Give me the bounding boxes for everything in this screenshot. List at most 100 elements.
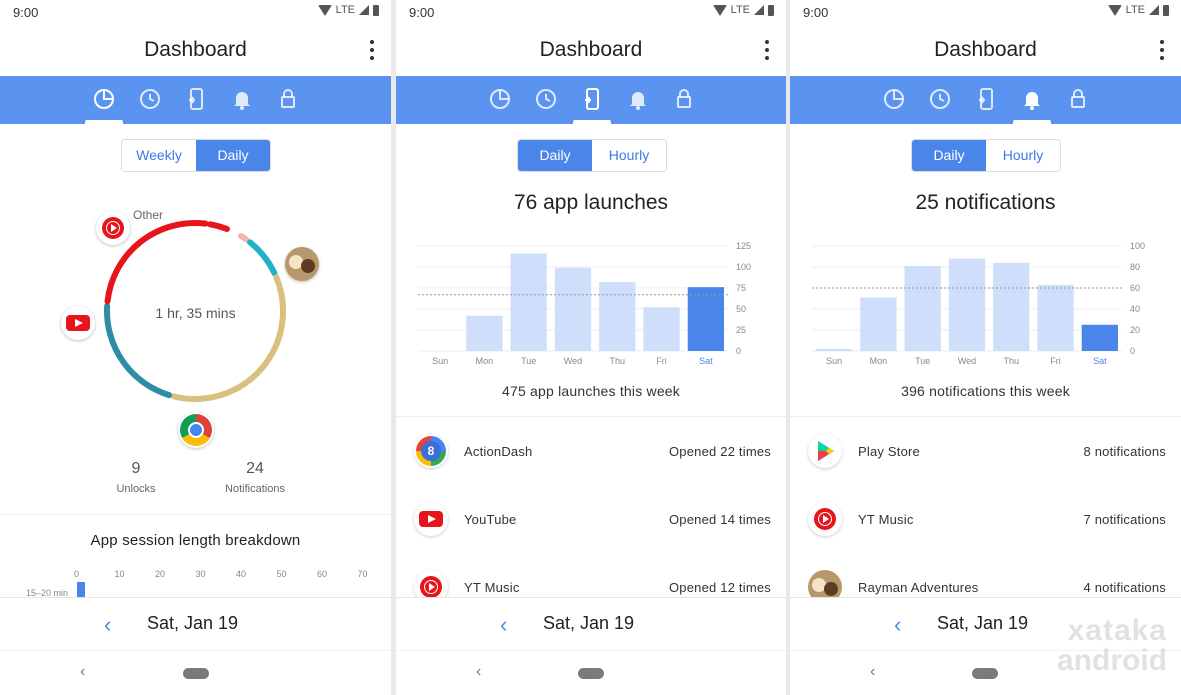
list-item[interactable]: 8 ActionDash Opened 22 times [396,432,786,472]
rayman-ring-icon[interactable] [285,247,319,281]
tab-history[interactable] [927,86,953,112]
tab-history[interactable] [137,86,163,112]
pie-chart-icon [490,89,510,109]
unlocks-value: 9 [131,460,141,477]
toggle-daily[interactable]: Daily [518,140,592,171]
toggle-daily[interactable]: Daily [196,140,270,171]
network-type: LTE [335,4,355,16]
unlocks-label: Unlocks [116,483,156,495]
y-tick-label: 0 [736,346,741,356]
back-icon[interactable]: ‹ [80,663,85,681]
bar [948,258,986,351]
tab-launches[interactable] [573,86,611,124]
status-time: 9:00 [803,5,829,20]
weekly-notifications-summary: 396 notifications this week [901,383,1070,399]
yt-music-ring-icon[interactable] [96,211,130,245]
play-store-icon [808,434,842,468]
tab-usage[interactable] [85,86,123,124]
x-tick-label: Tue [521,356,536,366]
y-tick-label: 100 [1130,241,1145,251]
tab-lock[interactable] [275,86,301,112]
list-item[interactable]: YT Music 7 notifications [790,500,1181,540]
x-tick-label: Wed [564,356,582,366]
tab-lock[interactable] [1065,86,1091,112]
page-title: Dashboard [934,38,1037,61]
system-nav-bar: ‹ [0,650,391,695]
launches-bar-chart: 125 100 75 50 25 0 Sun Mon Tue Wed Thu Fri Sat [418,241,751,366]
toggle-daily[interactable]: Daily [912,140,986,171]
bar [816,348,853,351]
lock-icon [281,89,295,108]
x-tick-label: Thu [1004,356,1020,366]
toggle-hourly[interactable]: Hourly [592,140,666,171]
pie-chart-icon [94,89,114,109]
page-title: Dashboard [144,38,247,61]
app-bar: Dashboard [790,26,1181,74]
app-name: ActionDash [464,444,533,459]
previous-day-icon[interactable]: ‹ [500,612,507,638]
notifications-headline: 25 notifications [915,191,1056,214]
bar [993,262,1030,351]
toggle-weekly[interactable]: Weekly [122,140,196,171]
tab-launches[interactable] [973,86,999,112]
home-pill-icon[interactable] [578,668,604,679]
network-type: LTE [730,4,750,16]
ring-segment [207,221,230,233]
app-name: YT Music [464,580,520,595]
phone-tap-icon [585,88,599,110]
overflow-menu-icon[interactable] [764,40,770,60]
system-nav-bar: ‹ [396,650,786,695]
tab-launches[interactable] [183,86,209,112]
tab-notifications[interactable] [1013,86,1051,124]
chrome-ring-icon[interactable] [178,412,214,448]
back-icon[interactable]: ‹ [870,663,875,681]
period-toggle: Weekly Daily [121,139,271,172]
y-tick-label: 20 [1130,325,1140,335]
bar [466,315,503,351]
tab-notifications[interactable] [229,86,255,112]
overflow-menu-icon[interactable] [1159,40,1165,60]
list-item[interactable]: Play Store 8 notifications [790,432,1181,472]
wifi-icon [1107,4,1122,16]
signal-icon [359,5,369,15]
battery-icon [373,4,379,16]
tab-bar [0,76,391,124]
lock-icon [1071,89,1085,108]
previous-day-icon[interactable]: ‹ [104,612,111,638]
tab-usage[interactable] [487,86,513,112]
launch-count: Opened 22 times [668,444,771,459]
page-title: Dashboard [539,38,643,61]
tab-usage[interactable] [881,86,907,112]
date-navigator: ‹ Sat, Jan 19 [0,597,391,650]
overflow-menu-icon[interactable] [369,40,375,60]
toggle-hourly[interactable]: Hourly [986,140,1060,171]
notifications-bar-chart: 100 80 60 40 20 0 Sun Mon Tue Wed Thu Fri Sat [812,241,1145,366]
back-icon[interactable]: ‹ [476,663,481,681]
x-tick-label: Sun [826,356,842,366]
y-tick-label: 80 [1130,262,1140,272]
y-tick-label: 125 [736,241,751,251]
youtube-ring-icon[interactable] [61,306,95,340]
home-pill-icon[interactable] [972,668,998,679]
tab-notifications[interactable] [625,86,651,112]
notifications-label: Notifications [225,483,285,495]
list-item[interactable]: YouTube Opened 14 times [396,500,786,540]
session-bar [77,582,85,598]
clock-icon [930,89,950,109]
tab-lock[interactable] [671,86,697,112]
usage-panel: 9:00 LTE Dashboard Weekly Daily 1 hr, 35… [0,0,391,695]
session-axis-label: 40 [236,569,247,579]
previous-day-icon[interactable]: ‹ [894,612,901,638]
battery-icon [1163,4,1169,16]
current-date: Sat, Jan 19 [147,613,239,633]
home-pill-icon[interactable] [183,668,209,679]
session-axis-label: 30 [195,569,206,579]
network-type: LTE [1125,4,1145,16]
y-tick-label: 25 [736,325,746,335]
app-name: YT Music [858,512,914,527]
bar [643,307,680,351]
tab-history[interactable] [533,86,559,112]
youtube-icon [414,502,448,536]
session-axis-label: 60 [317,569,328,579]
current-date: Sat, Jan 19 [937,613,1029,633]
